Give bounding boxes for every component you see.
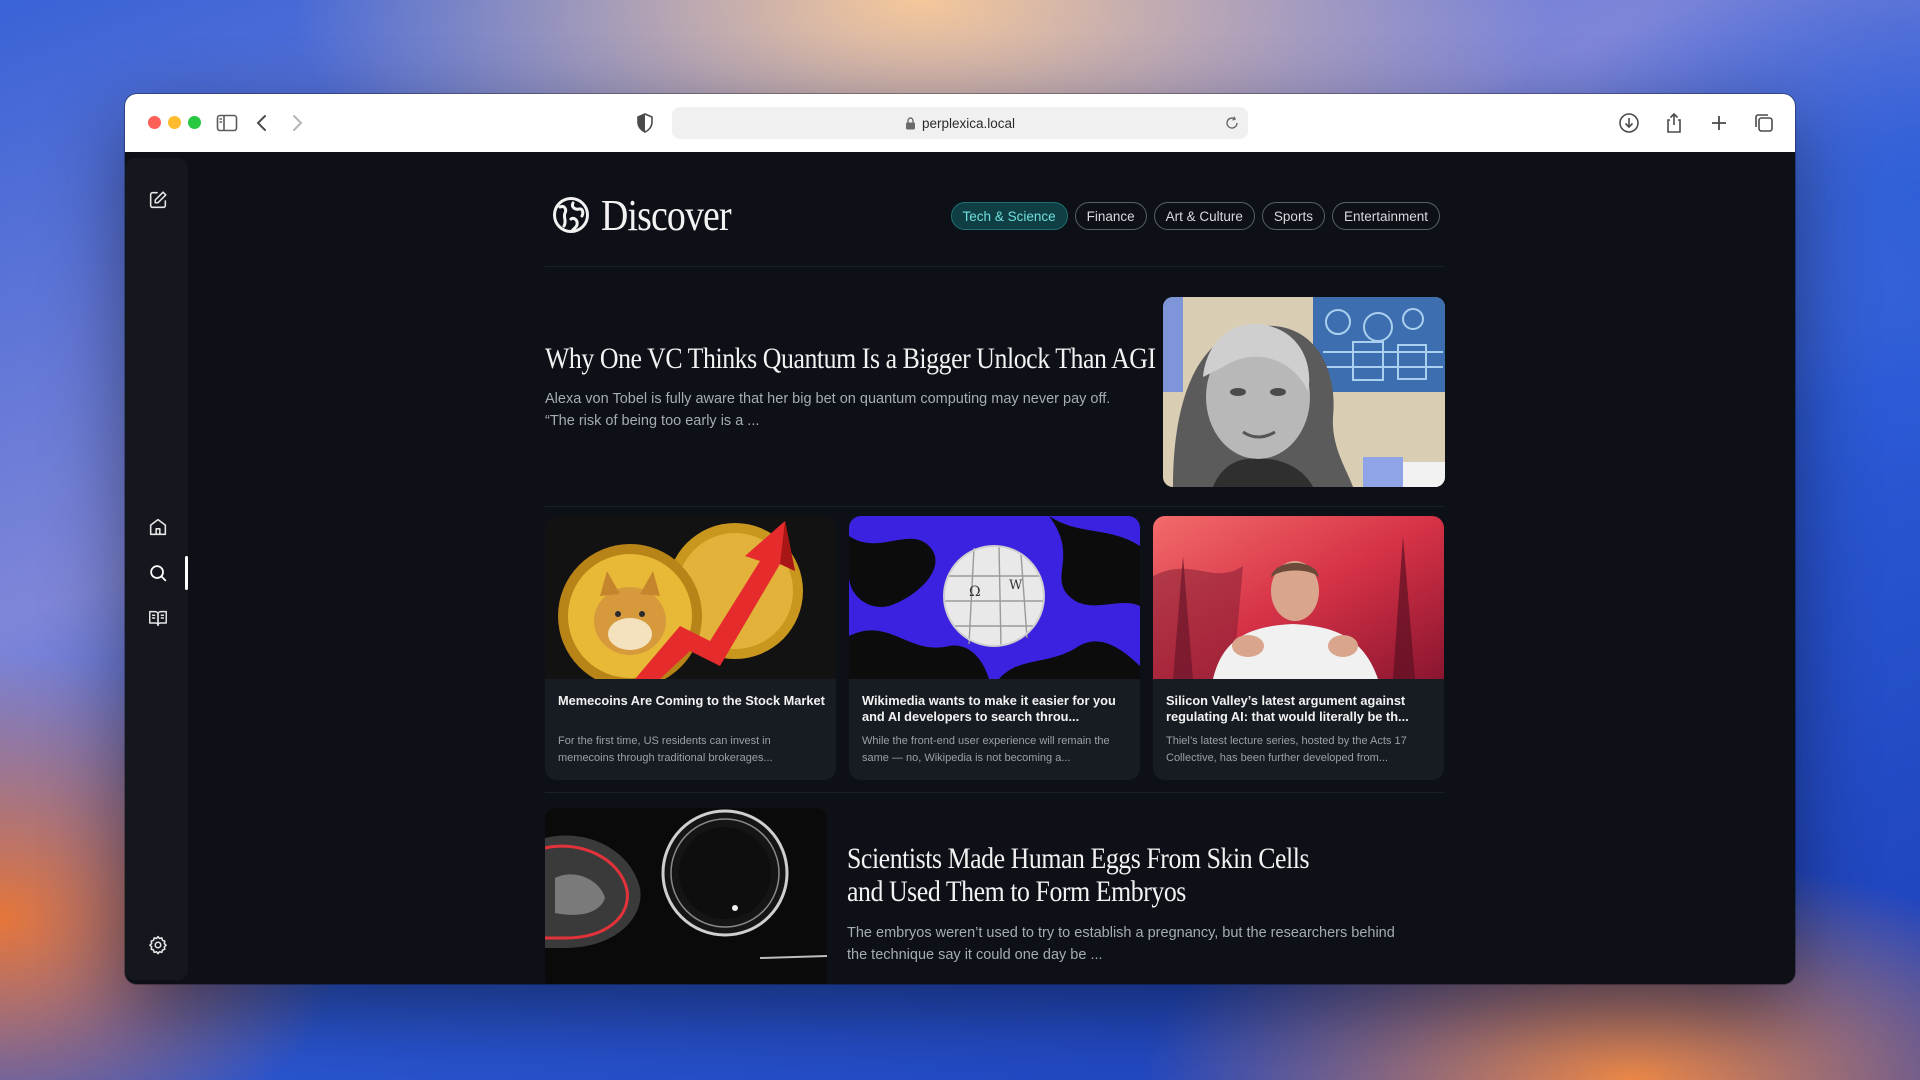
- article-card-title: Memecoins Are Coming to the Stock Market: [558, 693, 825, 708]
- bottom-article-description: The embryos weren’t used to try to estab…: [847, 925, 1395, 963]
- tab-overview-icon[interactable]: [1752, 111, 1776, 135]
- page-title: Discover: [601, 190, 732, 240]
- home-icon[interactable]: [147, 516, 169, 538]
- active-nav-indicator: [185, 556, 188, 590]
- reload-icon[interactable]: [1224, 115, 1240, 131]
- svg-text:Ω: Ω: [969, 584, 981, 600]
- app-sidebar: [125, 158, 188, 980]
- article-card[interactable]: Memecoins Are Coming to the Stock Market…: [545, 516, 836, 780]
- minimize-window-button[interactable]: [168, 116, 181, 129]
- article-card-image: Ω W: [849, 516, 1140, 679]
- article-card[interactable]: Ω W Wikimedia wants to make it easier fo…: [849, 516, 1140, 780]
- tab-finance[interactable]: Finance: [1074, 202, 1147, 230]
- back-icon[interactable]: [250, 111, 274, 135]
- close-window-button[interactable]: [148, 116, 161, 129]
- article-card-title: Wikimedia wants to make it easier for yo…: [862, 693, 1116, 724]
- article-cards: Memecoins Are Coming to the Stock Market…: [545, 516, 1445, 780]
- share-icon[interactable]: [1662, 111, 1686, 135]
- hero-article-description: Alexa von Tobel is fully aware that her …: [545, 391, 1111, 429]
- url-text: perplexica.local: [921, 115, 1016, 131]
- article-card-description: Thiel’s latest lecture series, hosted by…: [1166, 735, 1407, 764]
- hero-article-image[interactable]: [1163, 297, 1445, 487]
- tab-art-culture[interactable]: Art & Culture: [1153, 202, 1255, 230]
- topic-tabs: Tech & Science Finance Art & Culture Spo…: [950, 202, 1440, 230]
- article-card[interactable]: Silicon Valley’s latest argument against…: [1153, 516, 1444, 780]
- search-icon[interactable]: [147, 562, 169, 584]
- tab-sports[interactable]: Sports: [1261, 202, 1325, 230]
- downloads-icon[interactable]: [1617, 111, 1641, 135]
- section-divider: [545, 506, 1445, 507]
- sidebar-toggle-icon[interactable]: [215, 111, 239, 135]
- library-icon[interactable]: [147, 607, 169, 629]
- tab-entertainment[interactable]: Entertainment: [1331, 202, 1440, 230]
- page-content: Discover Tech & Science Finance Art & Cu…: [125, 152, 1795, 984]
- browser-toolbar: perplexica.local: [125, 94, 1795, 153]
- article-card-description: For the first time, US residents can inv…: [558, 735, 773, 764]
- new-tab-icon[interactable]: [1707, 111, 1731, 135]
- globe-icon: [553, 197, 589, 233]
- section-divider: [545, 792, 1445, 793]
- svg-text:W: W: [1009, 578, 1023, 593]
- discover-header: Discover: [545, 190, 752, 240]
- bottom-article-title[interactable]: Scientists Made Human Eggs From Skin Cel…: [847, 842, 1329, 908]
- browser-window: perplexica.local Discover Tech & Science…: [125, 94, 1795, 984]
- forward-icon[interactable]: [285, 111, 309, 135]
- header-divider: [545, 266, 1445, 267]
- article-card-image: [545, 516, 836, 688]
- bottom-article-image[interactable]: [545, 808, 827, 984]
- tab-tech-science[interactable]: Tech & Science: [950, 202, 1068, 230]
- hero-article-title[interactable]: Why One VC Thinks Quantum Is a Bigger Un…: [545, 342, 1156, 376]
- discover-main: Discover Tech & Science Finance Art & Cu…: [545, 152, 1445, 984]
- article-card-description: While the front-end user experience will…: [862, 735, 1110, 764]
- article-card-title: Silicon Valley’s latest argument against…: [1166, 693, 1409, 724]
- privacy-shield-icon[interactable]: [633, 111, 657, 135]
- address-bar[interactable]: perplexica.local: [672, 107, 1248, 139]
- lock-icon: [905, 116, 915, 129]
- article-card-image: [1153, 516, 1444, 679]
- new-chat-icon[interactable]: [147, 189, 169, 211]
- zoom-window-button[interactable]: [188, 116, 201, 129]
- gear-icon[interactable]: [147, 934, 169, 956]
